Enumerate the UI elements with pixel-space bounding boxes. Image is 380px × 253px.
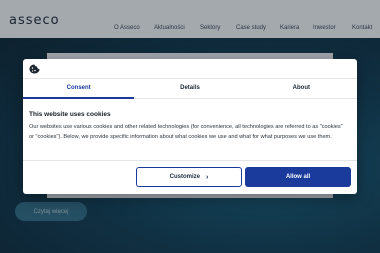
- cookie-consent-dialog: Consent Details About This website uses …: [23, 59, 357, 194]
- allow-all-button-label: Allow all: [285, 174, 311, 180]
- customize-button[interactable]: Customize ›: [136, 167, 242, 187]
- chevron-right-icon: ›: [206, 173, 209, 181]
- customize-button-label: Customize: [169, 174, 200, 180]
- dialog-divider: [23, 160, 357, 161]
- consent-tabs: Consent Details About: [23, 78, 357, 99]
- dialog-title: This website uses cookies: [29, 111, 111, 118]
- tab-about[interactable]: About: [246, 79, 357, 98]
- tab-consent[interactable]: Consent: [23, 79, 135, 99]
- cookie-icon: [29, 64, 40, 74]
- dialog-body-text: Our websites use various cookies and oth…: [29, 124, 343, 140]
- allow-all-button[interactable]: Allow all: [245, 167, 351, 187]
- tab-details[interactable]: Details: [134, 79, 245, 98]
